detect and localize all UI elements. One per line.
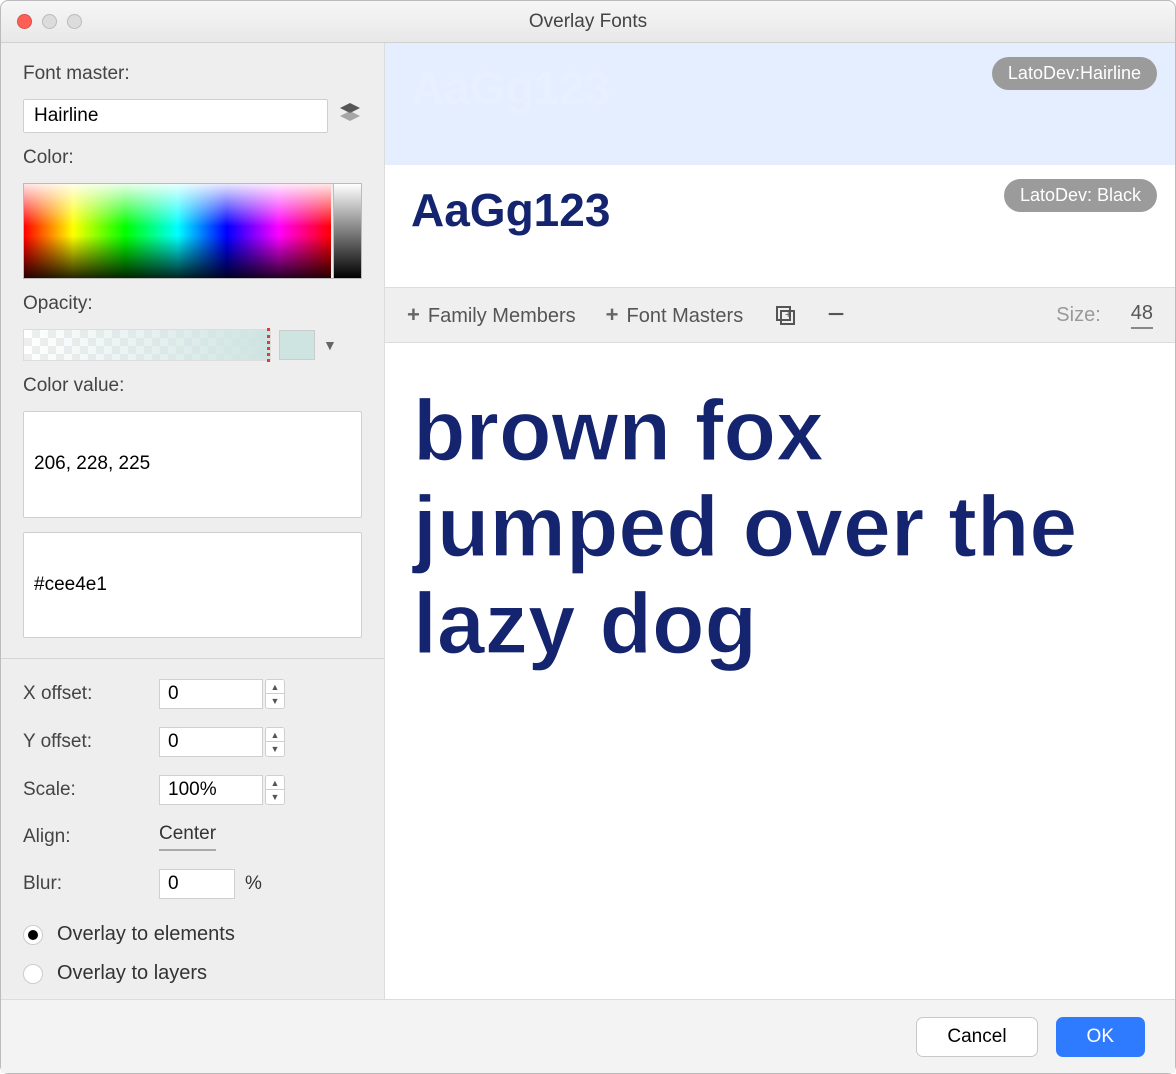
layers-icon[interactable] — [338, 102, 362, 130]
radio-elements-label: Overlay to elements — [57, 923, 235, 946]
sidebar: Font master: Color: Opacity: ▼ Colo — [1, 43, 385, 999]
yoffset-down[interactable]: ▼ — [266, 742, 284, 756]
align-value[interactable]: Center — [159, 823, 216, 851]
color-rgb-input[interactable] — [23, 411, 362, 518]
size-label: Size: — [1056, 304, 1100, 327]
preview-badge: LatoDev:Hairline — [992, 57, 1157, 90]
plus-icon: + — [407, 302, 420, 327]
blur-input[interactable] — [159, 869, 235, 899]
xoffset-input[interactable] — [159, 679, 263, 709]
main-panel: AaGg123 LatoDev:Hairline AaGg123 LatoDev… — [385, 43, 1175, 999]
color-swatch[interactable] — [279, 330, 315, 360]
color-hex-input[interactable] — [23, 532, 362, 639]
add-family-members-button[interactable]: + Family Members — [407, 302, 576, 328]
divider — [1, 658, 384, 659]
opacity-label: Opacity: — [23, 293, 362, 315]
blur-label: Blur: — [23, 873, 159, 895]
body: Font master: Color: Opacity: ▼ Colo — [1, 43, 1175, 999]
add-font-masters-button[interactable]: + Font Masters — [606, 302, 744, 328]
window: Overlay Fonts Font master: Color: Opacit… — [0, 0, 1176, 1074]
opacity-slider[interactable] — [23, 329, 271, 361]
xoffset-down[interactable]: ▼ — [266, 694, 284, 708]
color-value-label: Color value: — [23, 375, 362, 397]
chevron-down-icon[interactable]: ▼ — [323, 337, 337, 353]
yoffset-label: Y offset: — [23, 731, 159, 753]
scale-input[interactable] — [159, 775, 263, 805]
radio-overlay-layers[interactable]: Overlay to layers — [23, 962, 362, 985]
xoffset-up[interactable]: ▲ — [266, 680, 284, 694]
opacity-handle[interactable] — [267, 328, 270, 362]
ok-button[interactable]: OK — [1056, 1017, 1145, 1057]
footer: Cancel OK — [1, 999, 1175, 1073]
brightness-bar[interactable] — [333, 184, 361, 278]
yoffset-stepper[interactable]: ▲▼ — [159, 727, 362, 757]
align-label: Align: — [23, 826, 159, 848]
preview-row[interactable]: AaGg123 LatoDev:Hairline — [385, 43, 1175, 165]
scale-label: Scale: — [23, 779, 159, 801]
color-picker[interactable] — [23, 183, 362, 279]
size-value[interactable]: 48 — [1131, 302, 1153, 329]
cancel-button[interactable]: Cancel — [916, 1017, 1037, 1057]
radio-dot-icon — [23, 964, 43, 984]
hue-field[interactable] — [24, 184, 331, 278]
preview-row[interactable]: AaGg123 LatoDev: Black — [385, 165, 1175, 287]
font-master-label: Font master: — [23, 63, 362, 85]
blur-suffix: % — [245, 873, 262, 895]
titlebar: Overlay Fonts — [1, 1, 1175, 43]
scale-down[interactable]: ▼ — [266, 790, 284, 804]
radio-overlay-elements[interactable]: Overlay to elements — [23, 923, 362, 946]
scale-up[interactable]: ▲ — [266, 776, 284, 790]
font-master-input[interactable] — [23, 99, 328, 133]
window-title: Overlay Fonts — [1, 11, 1175, 33]
svg-text:+: + — [785, 309, 791, 321]
font-masters-label: Font Masters — [627, 305, 744, 327]
yoffset-up[interactable]: ▲ — [266, 728, 284, 742]
duplicate-icon[interactable]: + — [773, 303, 797, 327]
yoffset-input[interactable] — [159, 727, 263, 757]
radio-dot-icon — [23, 925, 43, 945]
canvas-text: brown fox jumped over the lazy dog — [413, 383, 1147, 672]
xoffset-label: X offset: — [23, 683, 159, 705]
scale-stepper[interactable]: ▲▼ — [159, 775, 362, 805]
color-label: Color: — [23, 147, 362, 169]
xoffset-stepper[interactable]: ▲▼ — [159, 679, 362, 709]
preview-badge: LatoDev: Black — [1004, 179, 1157, 212]
preview-list: AaGg123 LatoDev:Hairline AaGg123 LatoDev… — [385, 43, 1175, 287]
toolbar: +Family Members +Font Masters + − Size: … — [385, 287, 1175, 343]
radio-layers-label: Overlay to layers — [57, 962, 207, 985]
plus-icon: + — [606, 302, 619, 327]
preview-canvas: brown fox jumped over the lazy dog — [385, 343, 1175, 999]
family-members-label: Family Members — [428, 305, 576, 327]
